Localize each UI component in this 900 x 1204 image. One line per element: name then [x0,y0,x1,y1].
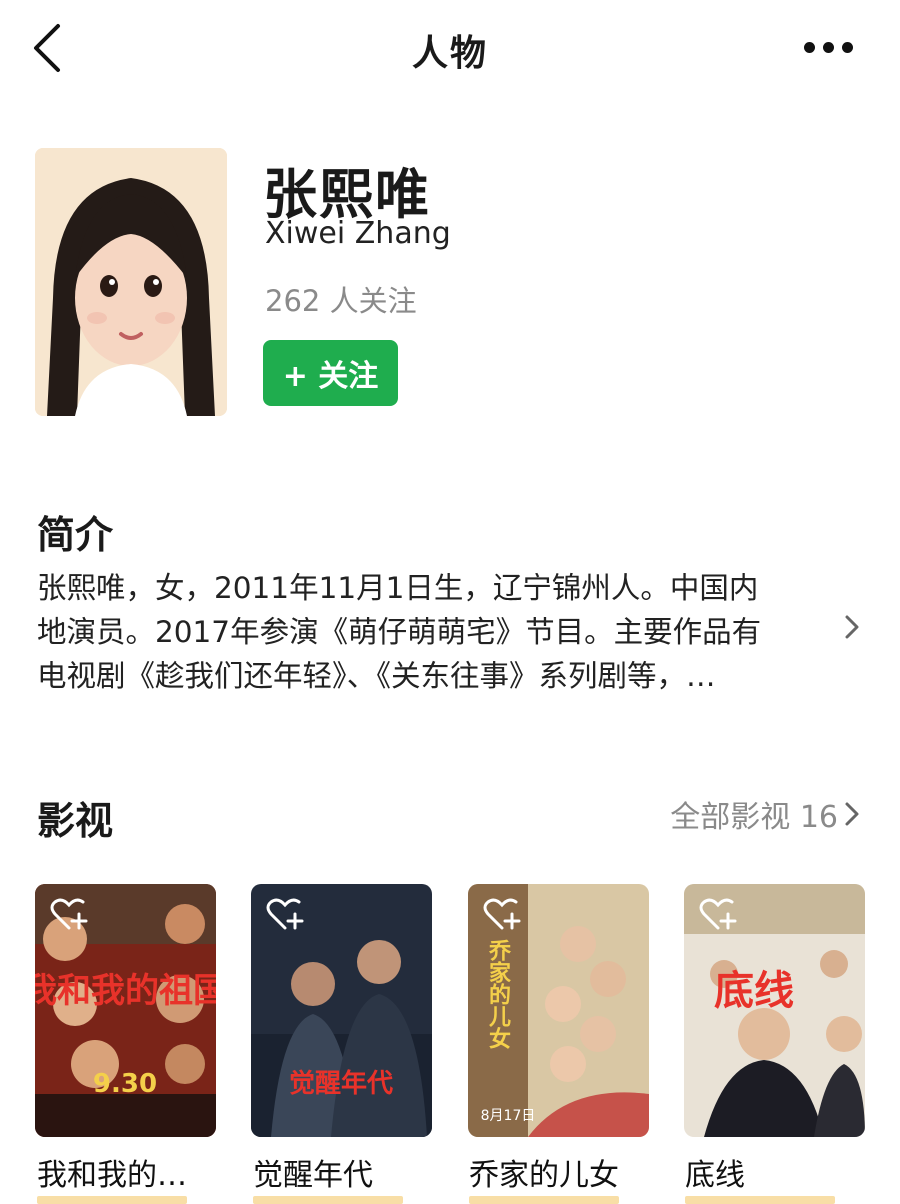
top-bar: 人物 [0,0,900,100]
film-poster[interactable]: 觉醒年代 [251,884,432,1137]
film-title[interactable]: 觉醒年代 [253,1150,373,1194]
poster-title-text: 底线 [714,967,794,1014]
heart-plus-icon[interactable] [482,898,522,932]
rating-stars [253,1196,403,1204]
poster-title-text: 乔家的儿女 [485,939,512,1050]
rating-stars [469,1196,619,1204]
rating-stars [685,1196,835,1204]
intro-line: 地演员。2017年参演《萌仔萌萌宅》节目。主要作品有 [37,615,762,649]
poster-title-text: 觉醒年代 [289,1068,393,1099]
poster-date-text: 9.30 [93,1069,157,1099]
follow-button[interactable]: + 关注 [263,340,398,406]
film-poster[interactable]: 乔家的儿女 8月17日 [468,884,649,1137]
film-poster[interactable]: 我和我的祖国 9.30 [35,884,216,1137]
film-title[interactable]: 乔家的儿女 [469,1150,619,1194]
all-films-label: 全部影视 16 [670,800,838,835]
avatar [35,148,227,416]
heart-plus-icon[interactable] [49,898,89,932]
intro-line: 张熙唯，女，2011年11月1日生，辽宁锦州人。中国内 [37,571,759,605]
heart-plus-icon[interactable] [698,898,738,932]
poster-date-text: 8月17日 [481,1108,536,1124]
chevron-right-icon[interactable] [840,612,864,642]
rating-stars [37,1196,187,1204]
intro-text[interactable]: 张熙唯，女，2011年11月1日生，辽宁锦州人。中国内 地演员。2017年参演《… [37,566,827,698]
chevron-right-icon [845,802,859,826]
film-title[interactable]: 我和我的… [37,1150,187,1194]
intro-line: 电视剧《趁我们还年轻》、《关东往事》系列剧等，… [37,659,716,693]
poster-title-text: 我和我的祖国 [35,971,216,1011]
person-english-name: Xiwei Zhang [265,216,451,251]
more-icon[interactable] [804,40,854,56]
heart-plus-icon[interactable] [265,898,305,932]
page-title: 人物 [411,33,488,74]
film-poster[interactable]: 底线 [684,884,865,1137]
films-heading: 影视 [37,799,114,843]
film-title[interactable]: 底线 [685,1150,745,1194]
intro-heading: 简介 [37,513,114,557]
all-films-link[interactable]: 全部影视 16 [670,792,860,836]
follower-count: 262 人关注 [265,284,417,318]
